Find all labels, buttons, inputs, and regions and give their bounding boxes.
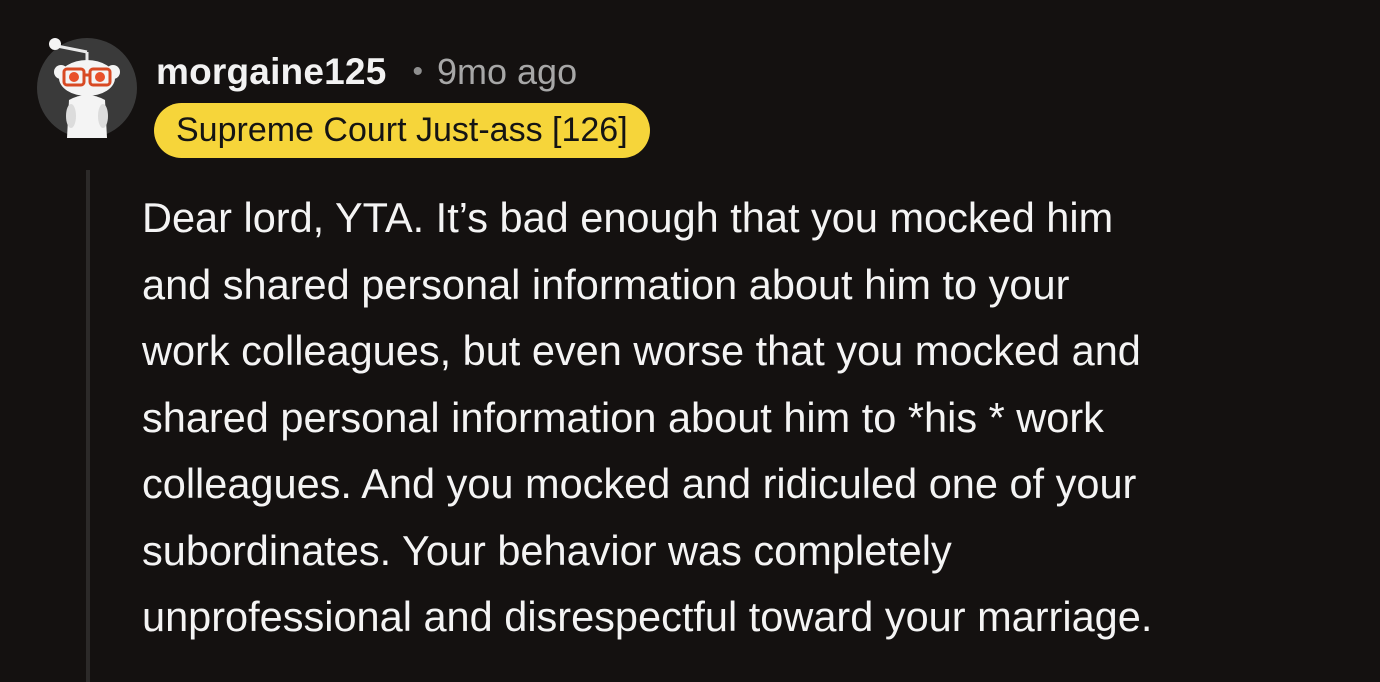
comment-header: morgaine125 • 9mo ago (156, 46, 577, 98)
snoo-avatar-icon (49, 38, 120, 138)
comment-body-line: unprofessional and disrespectful toward … (142, 593, 1153, 640)
separator-dot: • (412, 55, 423, 88)
user-avatar[interactable] (37, 38, 137, 138)
comment-container: morgaine125 • 9mo ago Supreme Court Just… (0, 0, 1380, 682)
comment-body-line: work colleagues, but even worse that you… (142, 327, 1141, 374)
comment-body-line: subordinates. Your behavior was complete… (142, 526, 952, 574)
timestamp[interactable]: 9mo ago (437, 51, 577, 93)
thread-line[interactable] (86, 170, 90, 682)
comment-body-line: colleagues. And you mocked and ridiculed… (142, 460, 1137, 507)
author-username[interactable]: morgaine125 (156, 51, 386, 93)
comment-body: Dear lord, YTA. It’s bad enough that you… (142, 185, 1357, 651)
comment-body-line: Dear lord, YTA. It’s bad enough that you… (142, 194, 1114, 241)
comment-body-line: and shared personal information about hi… (142, 260, 1070, 308)
comment-body-line: shared personal information about him to… (142, 393, 1104, 441)
user-flair-badge: Supreme Court Just-ass [126] (154, 103, 650, 158)
